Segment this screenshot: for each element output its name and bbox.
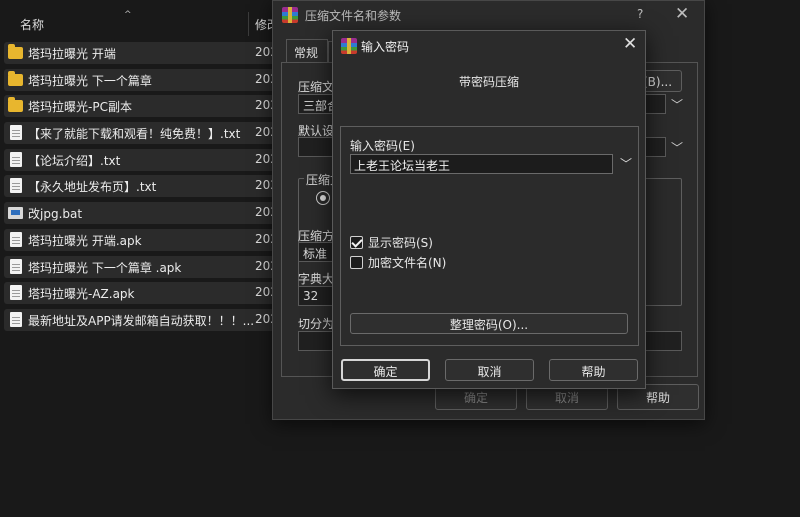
file-row[interactable]: 塔玛拉曝光-PC副本 202: [4, 95, 280, 118]
document-icon: [10, 258, 22, 274]
sort-arrow-icon: ^: [124, 10, 132, 20]
archive-name-label: 压缩文: [298, 80, 335, 94]
document-icon: [10, 311, 22, 327]
document-icon: [10, 151, 22, 167]
chevron-down-icon[interactable]: ﹀: [671, 96, 683, 113]
folder-icon: [8, 44, 23, 59]
file-name: 【来了就能下载和观看！纯免费！】.txt: [28, 127, 241, 142]
help-icon[interactable]: ?: [637, 7, 643, 21]
file-row[interactable]: 塔玛拉曝光 开端 202: [4, 42, 280, 64]
params-dialog-title: 压缩文件名和参数: [305, 9, 402, 23]
batch-file-icon: [8, 207, 23, 220]
file-row[interactable]: 塔玛拉曝光 开端.apk 202: [4, 228, 280, 251]
chevron-down-icon[interactable]: ﹀: [671, 139, 683, 156]
password-cancel-button[interactable]: 取消: [445, 359, 534, 381]
file-row[interactable]: 【永久地址发布页】.txt 202: [4, 175, 280, 198]
winrar-icon: [341, 38, 357, 54]
file-name: 塔玛拉曝光-PC副本: [28, 100, 132, 115]
file-name: 塔玛拉曝光 开端: [28, 47, 116, 61]
file-row[interactable]: 【来了就能下载和观看！纯免费！】.txt 202: [4, 122, 280, 145]
split-label: 切分为: [298, 317, 335, 331]
dictionary-label: 字典大: [298, 272, 335, 286]
encrypt-filenames-label[interactable]: 加密文件名(N): [368, 254, 446, 271]
enter-password-dialog: 输入密码 ✕ 带密码压缩 输入密码(E) 上老王论坛当老王 ﹀ 显示密码(S) …: [332, 30, 646, 389]
params-titlebar[interactable]: 压缩文件名和参数 ? ✕: [273, 1, 704, 31]
document-icon: [10, 178, 22, 194]
column-divider[interactable]: [248, 12, 249, 36]
chevron-down-icon[interactable]: ﹀: [620, 155, 632, 172]
file-row[interactable]: 最新地址及APP请发邮箱自动获取！！！... 202: [4, 308, 280, 331]
close-icon[interactable]: ✕: [675, 4, 689, 24]
show-password-checkbox[interactable]: [350, 236, 363, 249]
password-group: 输入密码(E) 上老王论坛当老王 ﹀ 显示密码(S) 加密文件名(N) 整理密码…: [340, 126, 639, 346]
file-name: 塔玛拉曝光-AZ.apk: [28, 287, 135, 302]
encrypt-filenames-checkbox[interactable]: [350, 256, 363, 269]
file-row[interactable]: 改jpg.bat 202: [4, 202, 280, 225]
column-name-header[interactable]: 名称: [20, 16, 44, 33]
document-icon: [10, 125, 22, 141]
file-name: 塔玛拉曝光 下一个篇章 .apk: [28, 260, 182, 275]
folder-icon: [8, 70, 23, 86]
password-titlebar[interactable]: 输入密码 ✕: [333, 31, 645, 61]
password-ok-button[interactable]: 确定: [341, 359, 430, 381]
password-help-button[interactable]: 帮助: [549, 359, 638, 381]
file-row[interactable]: 塔玛拉曝光 下一个篇章 202: [4, 68, 280, 91]
document-icon: [10, 285, 22, 301]
file-name: 【永久地址发布页】.txt: [28, 180, 157, 195]
enter-password-label: 输入密码(E): [350, 139, 415, 153]
password-heading: 带密码压缩: [458, 75, 519, 89]
file-name: 塔玛拉曝光 开端.apk: [28, 233, 142, 248]
file-name: 改jpg.bat: [28, 207, 83, 222]
column-header: 名称 ^ 修改: [0, 10, 280, 38]
file-list: 塔玛拉曝光 开端 202 塔玛拉曝光 下一个篇章 202 塔玛拉曝光-PC副本 202 【来…: [4, 42, 280, 336]
password-dialog-title: 输入密码: [361, 40, 410, 54]
winrar-icon: [282, 7, 298, 23]
file-name: 【论坛介绍】.txt: [28, 153, 121, 168]
show-password-label[interactable]: 显示密码(S): [368, 234, 433, 251]
format-radio[interactable]: [316, 191, 330, 205]
document-icon: [10, 231, 22, 247]
folder-icon: [8, 97, 23, 113]
file-row[interactable]: 塔玛拉曝光 下一个篇章 .apk 202: [4, 255, 280, 278]
close-icon[interactable]: ✕: [623, 34, 637, 54]
tab-general[interactable]: 常规: [286, 39, 328, 63]
organize-passwords-button[interactable]: 整理密码(O)...: [350, 313, 628, 334]
file-row[interactable]: 塔玛拉曝光-AZ.apk 202: [4, 282, 280, 305]
file-row[interactable]: 【论坛介绍】.txt 202: [4, 148, 280, 171]
password-input[interactable]: 上老王论坛当老王: [350, 154, 613, 174]
file-name: 最新地址及APP请发邮箱自动获取！！！...: [28, 313, 255, 328]
file-name: 塔玛拉曝光 下一个篇章: [28, 73, 152, 88]
